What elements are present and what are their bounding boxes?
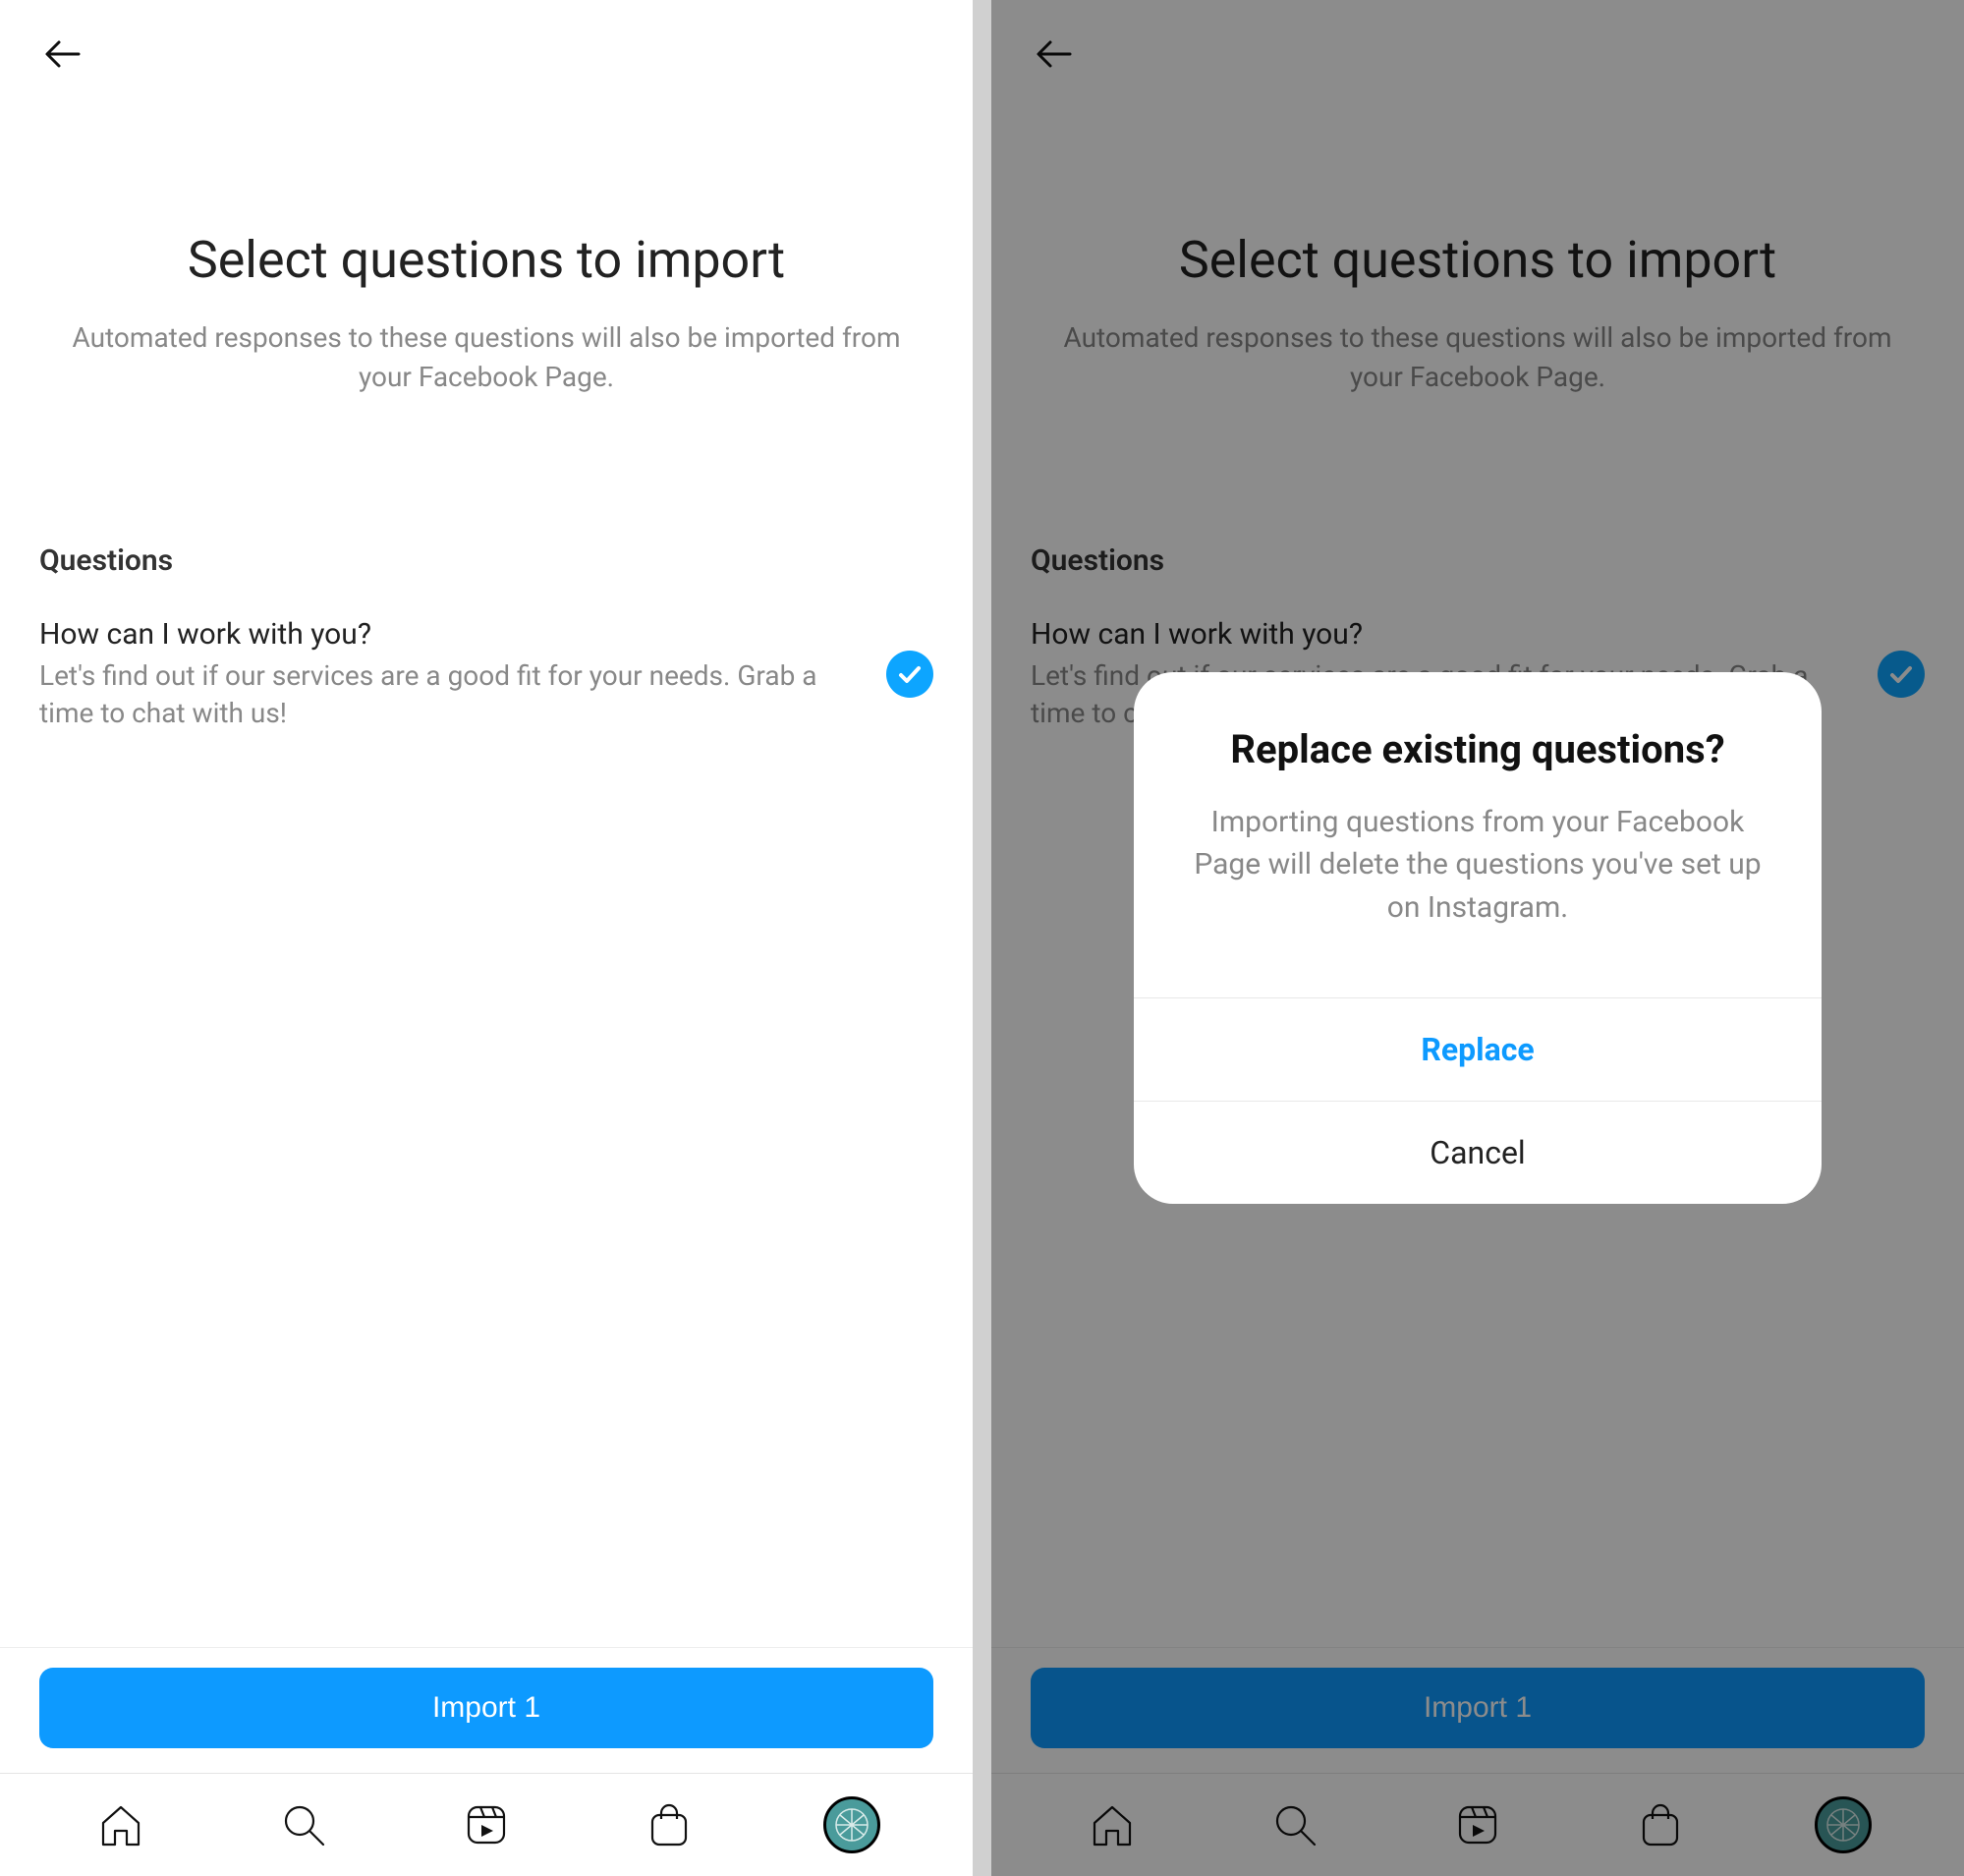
header (0, 0, 973, 92)
page-subtitle: Automated responses to these questions w… (69, 318, 904, 395)
screen-select-questions: Select questions to import Automated res… (0, 0, 973, 1876)
modal-overlay[interactable]: Replace existing questions? Importing qu… (991, 0, 1964, 1876)
replace-button[interactable]: Replace (1134, 997, 1822, 1101)
questions-section-heading: Questions (0, 435, 973, 607)
page-title: Select questions to import (69, 230, 904, 291)
screen-replace-dialog: Select questions to import Automated res… (991, 0, 1964, 1876)
question-description: Let's find out if our services are a goo… (39, 657, 867, 732)
shop-icon[interactable] (640, 1795, 699, 1854)
import-bar: Import 1 (0, 1647, 973, 1773)
dialog-title: Replace existing questions? (1188, 726, 1768, 773)
import-button[interactable]: Import 1 (39, 1668, 933, 1748)
bottom-nav (0, 1773, 973, 1876)
question-text: How can I work with you? Let's find out … (39, 617, 886, 732)
cancel-button[interactable]: Cancel (1134, 1101, 1822, 1204)
search-icon[interactable] (274, 1795, 333, 1854)
check-icon[interactable] (886, 651, 933, 698)
reels-icon[interactable] (457, 1795, 516, 1854)
title-block: Select questions to import Automated res… (0, 92, 973, 435)
home-icon[interactable] (91, 1795, 150, 1854)
question-title: How can I work with you? (39, 617, 867, 652)
profile-avatar[interactable] (822, 1795, 881, 1854)
back-arrow-icon[interactable] (39, 29, 933, 83)
replace-dialog: Replace existing questions? Importing qu… (1134, 672, 1822, 1205)
dialog-message: Importing questions from your Facebook P… (1188, 801, 1768, 930)
question-row[interactable]: How can I work with you? Let's find out … (0, 607, 973, 752)
